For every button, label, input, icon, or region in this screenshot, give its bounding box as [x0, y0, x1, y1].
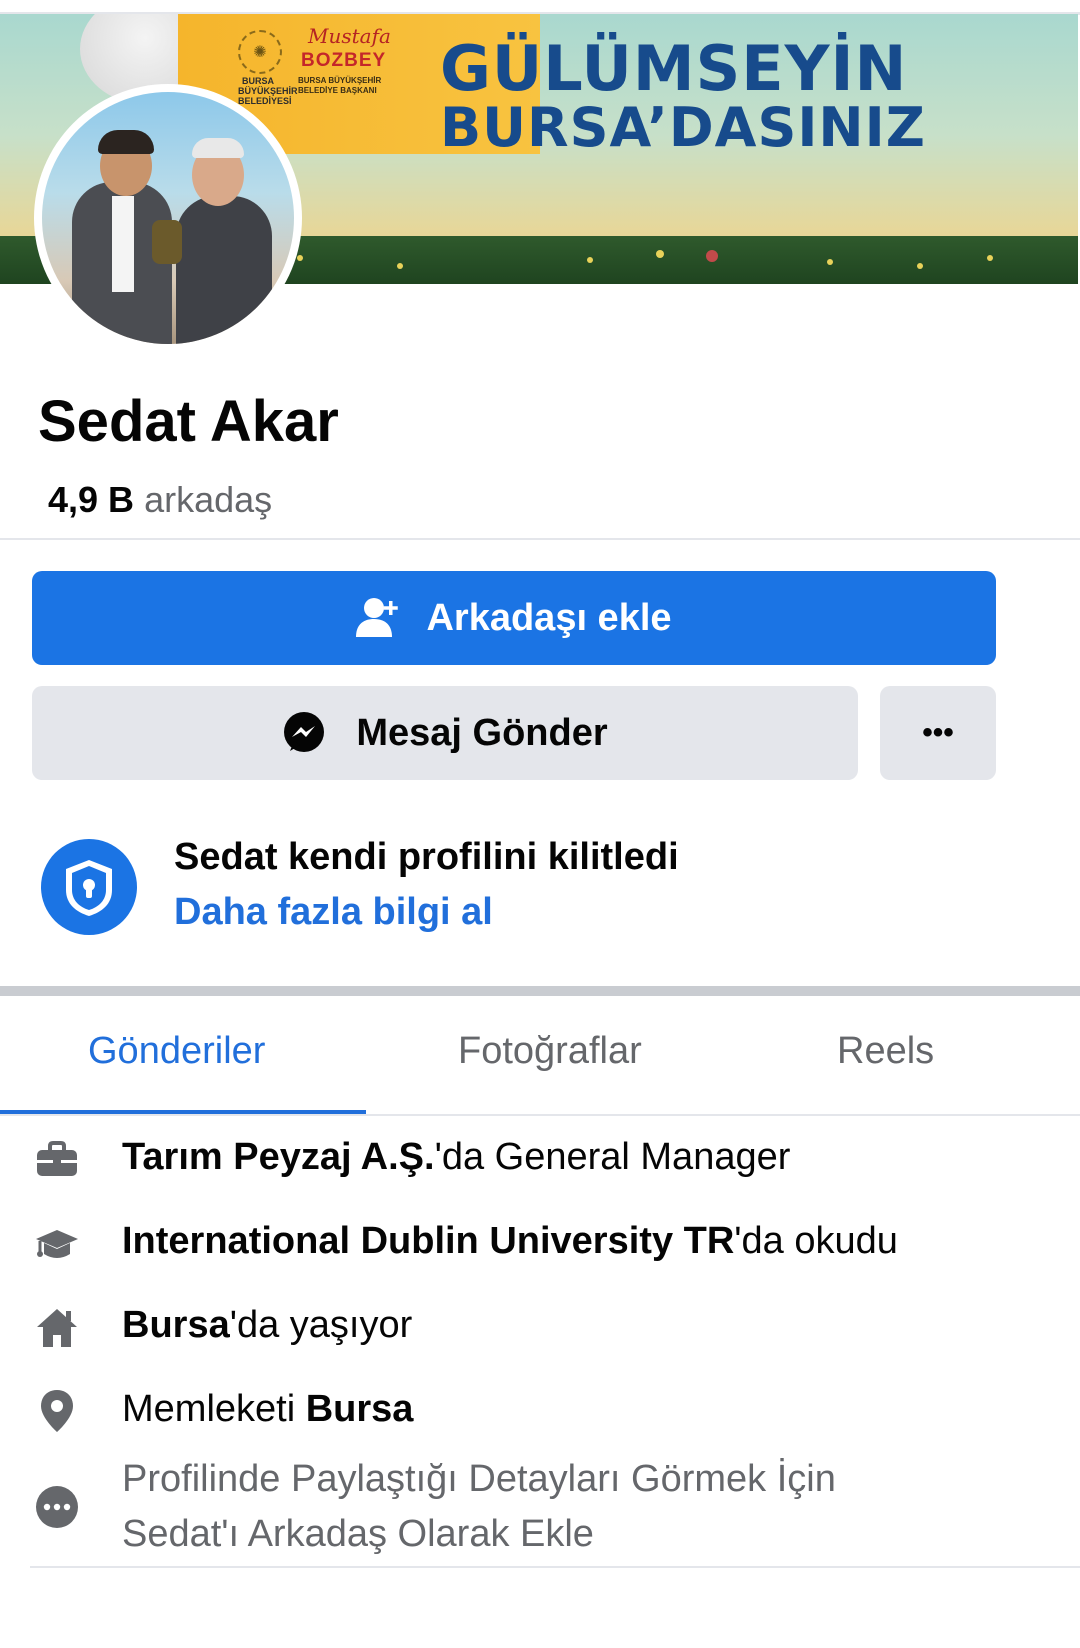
learn-more-link[interactable]: Daha fazla bilgi al: [174, 891, 493, 934]
hometown-name[interactable]: Bursa: [306, 1388, 414, 1430]
send-message-button[interactable]: Mesaj Gönder: [32, 686, 858, 780]
school-name[interactable]: International Dublin University TR: [122, 1220, 734, 1262]
add-friend-note-line2: Sedat'ı Arkadaş Olarak Ekle: [122, 1513, 594, 1555]
banner-script-name: Mustafa: [308, 24, 391, 48]
send-message-label: Mesaj Gönder: [356, 711, 608, 754]
hometown-prefix: Memleketi: [122, 1388, 306, 1430]
trophy: [152, 220, 182, 264]
hometown-info: Memleketi Bursa: [122, 1388, 413, 1431]
municipality-seal-icon: ✺: [238, 30, 282, 74]
friend-count[interactable]: 4,9 B arkadaş: [48, 479, 272, 521]
profile-locked-title: Sedat kendi profilini kilitledi: [174, 836, 679, 878]
banner-office: BURSA BÜYÜKŞEHİR BELEDİYE BAŞKANI: [298, 76, 382, 95]
home-icon: [37, 1309, 77, 1347]
work-info: Tarım Peyzaj A.Ş.'da General Manager: [122, 1136, 790, 1179]
more-icon: •••: [922, 716, 954, 749]
location-pin-icon: [41, 1390, 73, 1432]
profile-name: Sedat Akar: [38, 389, 339, 454]
friend-count-label: arkadaş: [144, 479, 273, 520]
banner-name: BOZBEY: [301, 50, 387, 71]
shield-lock-icon: [41, 839, 137, 935]
more-options-button[interactable]: •••: [880, 686, 996, 780]
add-friend-label: Arkadaşı ekle: [426, 596, 672, 639]
work-detail: 'da General Manager: [434, 1136, 791, 1178]
cover-slogan-line1: GÜLÜMSEYİN: [440, 32, 908, 105]
add-friend-icon: [356, 598, 399, 637]
section-divider: [0, 986, 1080, 996]
messenger-icon: [284, 712, 325, 752]
add-friend-note: Profilinde Paylaştığı Detayları Görmek İ…: [122, 1452, 1022, 1562]
briefcase-icon: [37, 1141, 77, 1176]
education-detail: 'da okudu: [734, 1220, 898, 1262]
current-city-info: Bursa'da yaşıyor: [122, 1304, 412, 1347]
education-info: International Dublin University TR'da ok…: [122, 1220, 898, 1263]
tab-photos[interactable]: Fotoğraflar: [458, 1030, 642, 1073]
workplace-name[interactable]: Tarım Peyzaj A.Ş.: [122, 1136, 435, 1178]
more-dots-icon: [36, 1486, 78, 1528]
tab-reels[interactable]: Reels: [837, 1030, 934, 1073]
profile-picture[interactable]: [34, 84, 302, 352]
add-friend-button[interactable]: Arkadaşı ekle: [32, 571, 996, 665]
municipality-name: BURSA BÜYÜKŞEHİR BELEDİYESİ: [238, 76, 298, 106]
add-friend-note-line1: Profilinde Paylaştığı Detayları Görmek İ…: [122, 1458, 836, 1500]
current-city-name[interactable]: Bursa: [122, 1304, 230, 1346]
graduation-cap-icon: [36, 1230, 78, 1258]
current-city-detail: 'da yaşıyor: [229, 1304, 413, 1346]
friend-count-number: 4,9 B: [48, 479, 135, 520]
cover-slogan-line2: BURSA’DASINIZ: [440, 96, 926, 159]
avatar-photo: [42, 92, 294, 344]
divider: [0, 538, 1080, 540]
divider: [30, 1566, 1080, 1568]
divider: [0, 1114, 1080, 1116]
tab-posts[interactable]: Gönderiler: [88, 1030, 265, 1073]
